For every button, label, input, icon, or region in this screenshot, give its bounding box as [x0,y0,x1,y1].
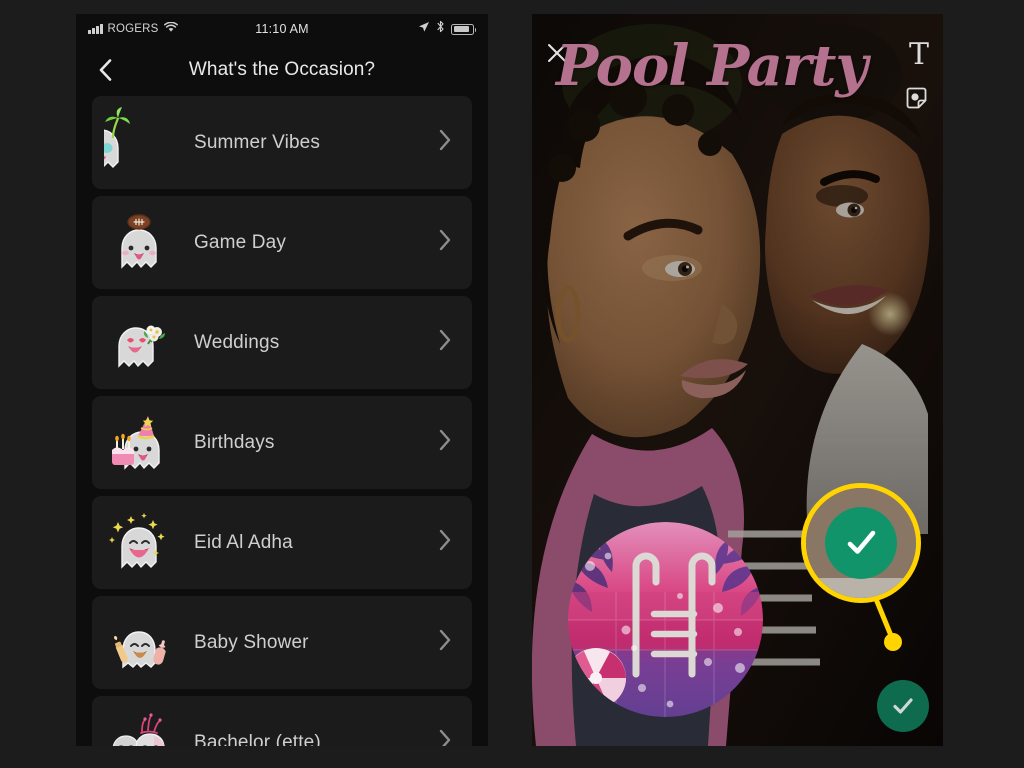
list-item-label: Weddings [194,331,280,353]
list-item-baby-shower[interactable]: Baby Shower [92,596,472,689]
status-bar-time: 11:10 AM [255,22,309,36]
list-item-summer-vibes[interactable]: Summer Vibes [79,96,472,189]
list-item-label: Baby Shower [194,631,309,653]
list-item-game-day[interactable]: Game Day [92,196,472,289]
chevron-right-icon [438,629,454,656]
list-item-label: Birthdays [194,431,275,453]
ghost-sparkles-icon [104,506,178,580]
snap-title-text[interactable]: Pool Party [556,38,928,94]
occasion-list: Summer Vibes Game Day Weddings Birthdays… [76,96,488,746]
chevron-right-icon [438,429,454,456]
back-button[interactable] [92,57,118,83]
magnifier-callout [801,483,921,603]
ghost-birthday-icon [104,406,178,480]
list-item-label: Summer Vibes [194,131,321,153]
list-item-birthdays[interactable]: Birthdays [92,396,472,489]
list-item-eid-al-adha[interactable]: Eid Al Adha [92,496,472,589]
ghost-football-icon [104,206,178,280]
chevron-right-icon [438,129,454,156]
ghost-bride-groom-icon [104,706,178,746]
list-item-label: Bachelor (ette) [194,731,321,747]
chevron-right-icon [438,729,454,746]
status-bar: ROGERS 11:10 AM [76,14,488,44]
text-tool-icon[interactable]: T [909,40,929,70]
list-item-weddings[interactable]: Weddings [92,296,472,389]
navigation-bar: What's the Occasion? [76,44,488,96]
callout-check-icon [825,507,897,579]
battery-icon [451,23,476,35]
chevron-right-icon [438,229,454,256]
ghost-summer-icon [79,106,178,180]
list-item-label: Eid Al Adha [194,531,293,553]
chevron-right-icon [438,329,454,356]
pool-party-sticker[interactable] [568,522,763,717]
chevron-left-icon [99,59,111,81]
sticker-tool-icon[interactable] [904,86,929,111]
page-title: What's the Occasion? [188,59,376,80]
chevron-right-icon [438,529,454,556]
ghost-bouquet-icon [104,306,178,380]
ghost-baby-icon [104,606,178,680]
screenshot-stage: ROGERS 11:10 AM What's the Occasion? Sum… [0,0,1024,768]
list-item-label: Game Day [194,231,287,253]
left-phone-panel: ROGERS 11:10 AM What's the Occasion? Sum… [76,14,488,746]
list-item-bachelor-ette[interactable]: Bachelor (ette) [92,696,472,746]
